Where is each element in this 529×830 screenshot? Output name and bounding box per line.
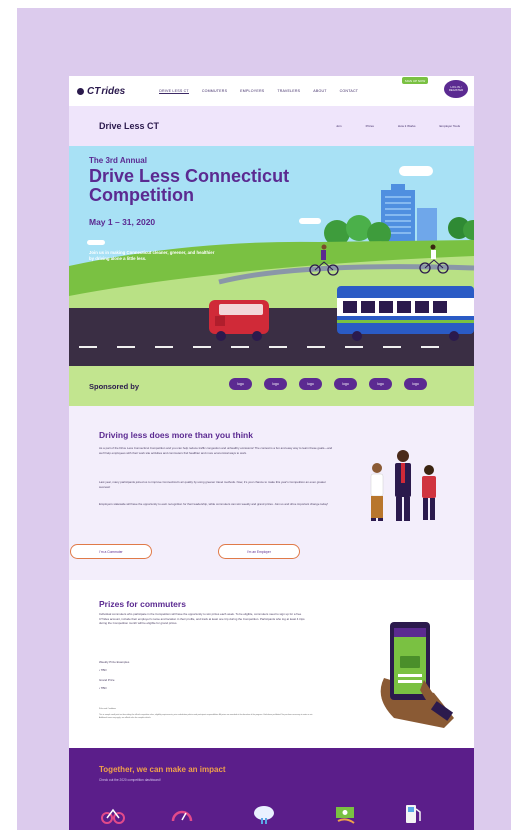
nav-link-employers[interactable]: EMPLOYERS	[240, 89, 264, 94]
prizes-intro: Individual commuters who participate in …	[99, 612, 305, 626]
rules-heading: Rules and Conditions	[99, 708, 117, 710]
subnav-link-join[interactable]: Join	[336, 124, 342, 128]
driving-paragraph-3: Employers statewide will have the opport…	[99, 502, 329, 506]
hero-join-text: Join us in making Connecticut cleaner, g…	[89, 250, 215, 262]
fuel-pump-icon	[406, 805, 421, 823]
grand-prize-label: Grand Prize	[99, 678, 115, 682]
impact-subtext[interactable]: Check out the 2020 competition dashboard…	[99, 778, 161, 782]
hero-title: Drive Less Connecticut Competition	[89, 166, 290, 205]
main-nav-links: DRIVE LESS CT COMMUTERS EMPLOYERS TRAVEL…	[159, 89, 358, 94]
subnav-link-prizes[interactable]: Prizes	[366, 124, 374, 128]
subnav-links: Join Prizes How it Works Employer Tools	[336, 124, 460, 128]
top-navigation: CT rides DRIVE LESS CT COMMUTERS EMPLOYE…	[69, 76, 474, 106]
nav-link-travelers[interactable]: TRAVELERS	[277, 89, 300, 94]
website-page: CT rides DRIVE LESS CT COMMUTERS EMPLOYE…	[69, 76, 474, 830]
impact-section: Together, we can make an impact Check ou…	[69, 748, 474, 830]
weekly-prize-label: Weekly Prize Examples	[99, 660, 130, 664]
subnav-link-employer-tools[interactable]: Employer Tools	[440, 124, 460, 128]
section-subnav: Drive Less CT Join Prizes How it Works E…	[69, 106, 474, 146]
driving-paragraph-2: Last year, many participants joined us t…	[99, 480, 326, 489]
subnav-link-how-it-works[interactable]: How it Works	[398, 124, 416, 128]
logo-dot-icon	[77, 87, 84, 95]
nav-link-contact[interactable]: CONTACT	[340, 89, 359, 94]
people-illustration	[370, 450, 436, 521]
hero-annual-label: The 3rd Annual	[89, 156, 147, 165]
ctrides-logo[interactable]: CT rides	[77, 86, 125, 97]
subnav-title: Drive Less CT	[99, 121, 160, 131]
gauge-icon	[171, 810, 193, 822]
grand-prize-item: • TBD	[99, 686, 107, 690]
sponsor-logo[interactable]: logo	[264, 378, 287, 390]
logo-text-ct: CT	[87, 85, 101, 97]
phone-in-hand-illustration	[380, 622, 454, 728]
impact-heading: Together, we can make an impact	[99, 765, 226, 774]
nav-link-drive-less-ct[interactable]: DRIVE LESS CT	[159, 89, 189, 94]
rules-fine-print: This is sample small print text describi…	[99, 714, 313, 719]
sign-up-button[interactable]: SIGN UP NOW	[402, 77, 428, 84]
nav-link-about[interactable]: ABOUT	[313, 89, 326, 94]
sponsor-logo[interactable]: logo	[299, 378, 322, 390]
sponsor-logo[interactable]: logo	[229, 378, 252, 390]
hero-banner: The 3rd Annual Drive Less Connecticut Co…	[69, 146, 474, 366]
sponsor-logo[interactable]: logo	[334, 378, 357, 390]
prizes-section: Prizes for commuters Individual commuter…	[69, 580, 474, 748]
sponsor-logo[interactable]: logo	[404, 378, 427, 390]
weekly-prize-item: • TBD	[99, 668, 107, 672]
sponsor-bar: Sponsored by logo logo logo logo logo lo…	[69, 366, 474, 406]
sponsor-label: Sponsored by	[89, 381, 140, 391]
prizes-heading: Prizes for commuters	[99, 599, 186, 609]
sponsor-logo[interactable]: logo	[369, 378, 392, 390]
login-button[interactable]: LOG IN / REGISTER	[444, 80, 468, 98]
sponsor-logos: logo logo logo logo logo logo	[229, 378, 427, 390]
driving-heading: Driving less does more than you think	[99, 430, 253, 440]
driving-paragraph-1: As a part of the Drive Less Connecticut …	[99, 446, 333, 455]
employer-button[interactable]: I'm an Employer	[218, 544, 300, 559]
hero-dates: May 1 – 31, 2020	[89, 217, 156, 227]
bicycle-icon	[101, 808, 125, 824]
cloud-emissions-icon	[254, 806, 274, 824]
money-icon	[336, 807, 355, 824]
nav-link-commuters[interactable]: COMMUTERS	[202, 89, 227, 94]
commuter-button[interactable]: I'm a Commuter	[70, 544, 152, 559]
logo-text-rides: rides	[101, 85, 126, 97]
